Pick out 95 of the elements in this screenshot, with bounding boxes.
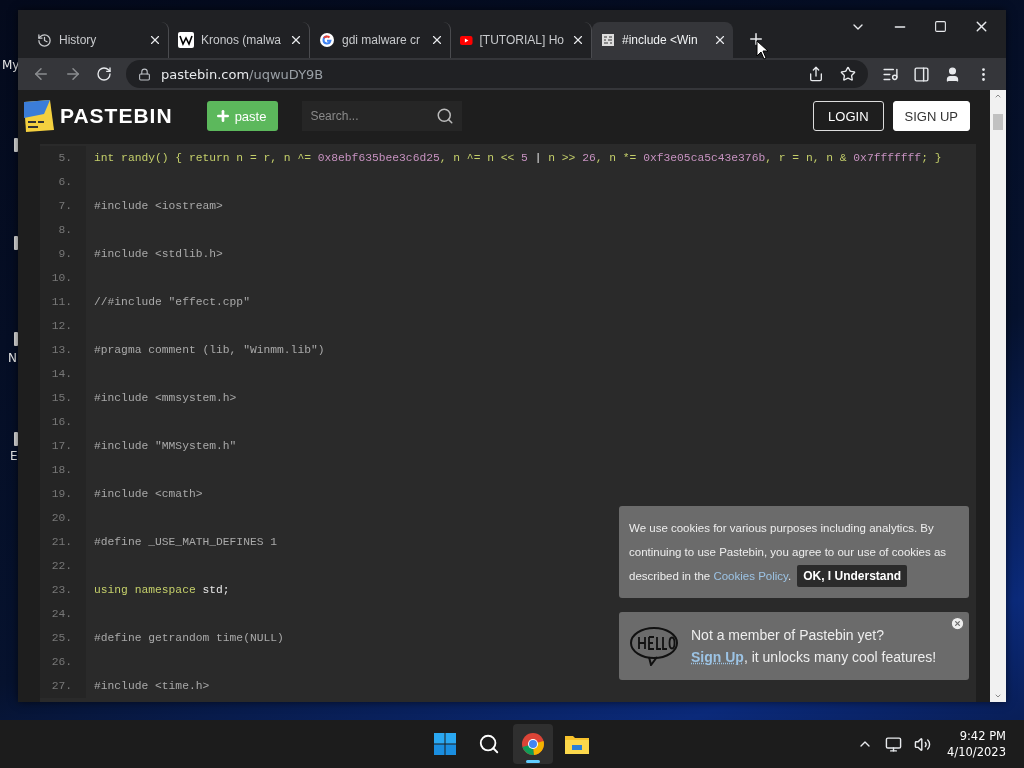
code-line: int randy() { return n = r, n ^= 0x8ebf635bee3c6d25, n ^= n << 5 | n >> 26, n *= 0xf3e05ca5c43e376b, r = n, n & 0x7fffffff; }: [94, 152, 942, 164]
line-number: 11.: [40, 290, 86, 314]
line-number: 12.: [40, 314, 86, 338]
wikipedia-w-icon: [178, 32, 194, 48]
code-line: #include <time.h>: [94, 680, 210, 692]
line-number: 5.: [40, 146, 86, 170]
cookie-text: described in the Cookies Policy.: [629, 570, 792, 582]
line-number: 6.: [40, 170, 86, 194]
signup-button[interactable]: SIGN UP: [892, 101, 970, 131]
code-line: //#include "effect.cpp": [94, 296, 250, 308]
line-number: 20.: [40, 506, 86, 530]
url-path: /uqwuDY9B: [249, 66, 324, 82]
folder-icon: [564, 733, 590, 755]
history-icon: [37, 32, 52, 48]
network-icon[interactable]: [885, 735, 903, 753]
desktop-icon-label: My: [2, 58, 20, 72]
google-g-icon: [319, 32, 335, 48]
code-line: #include <stdlib.h>: [94, 248, 223, 260]
search-icon: [478, 733, 500, 755]
reload-icon[interactable]: [96, 66, 112, 82]
accept-button[interactable]: OK, I Understand: [797, 565, 908, 587]
prompt-title: Not a member of Pastebin yet?: [691, 627, 885, 643]
code-line: #include <cmath>: [94, 488, 203, 500]
plus-icon: [214, 108, 231, 124]
code-line: #include "MMSystem.h": [94, 440, 237, 452]
line-number: 15.: [40, 386, 86, 410]
close-icon[interactable]: [289, 33, 303, 47]
scroll-down-icon[interactable]: [994, 692, 1002, 700]
code-line: #pragma comment (lib, "Winmm.lib"): [94, 344, 325, 356]
line-number: 25.: [40, 626, 86, 650]
line-number: 17.: [40, 434, 86, 458]
code-line: #define getrandom time(NULL): [94, 632, 284, 644]
code-line: using namespace std;: [94, 584, 230, 596]
tab-title: [TUTORIAL] Ho: [479, 33, 564, 47]
binary-page-icon: [601, 33, 615, 47]
url-host: pastebin.com: [161, 66, 250, 82]
line-number: 23.: [40, 578, 86, 602]
volume-icon[interactable]: [914, 735, 932, 753]
site-logo: PASTEBIN: [60, 104, 173, 128]
line-number: 8.: [40, 218, 86, 242]
code-line: #include <iostream>: [94, 200, 223, 212]
line-number: 19.: [40, 482, 86, 506]
line-number: 21.: [40, 530, 86, 554]
share-icon[interactable]: [808, 66, 824, 82]
line-number: 18.: [40, 458, 86, 482]
side-panel-icon[interactable]: [913, 65, 930, 83]
hello-speech-bubble-icon: [629, 626, 679, 666]
search-icon: [436, 107, 455, 125]
line-number: 24.: [40, 602, 86, 626]
star-icon[interactable]: [840, 66, 856, 82]
clock-time: 9:42 PM: [959, 728, 1006, 744]
browser-tab[interactable]: #include <Win: [592, 22, 733, 58]
profile-icon[interactable]: [944, 65, 961, 83]
clock-date: 4/10/2023: [947, 744, 1006, 760]
prompt-text: Sign Up, it unlocks many cool features!: [691, 649, 937, 665]
new-tab-icon[interactable]: [747, 30, 765, 48]
mouse-cursor-icon: [756, 40, 770, 60]
login-button[interactable]: LOGIN: [813, 101, 884, 131]
line-number: 7.: [40, 194, 86, 218]
tab-title: gdi malware cr: [342, 33, 422, 47]
close-icon[interactable]: [148, 33, 162, 47]
tab-title: History: [59, 33, 98, 47]
maximize-icon[interactable]: [934, 18, 947, 35]
code-line: #include <mmsystem.h>: [94, 392, 237, 404]
line-number: 13.: [40, 338, 86, 362]
scroll-up-icon[interactable]: [994, 92, 1002, 100]
code-line: #define _USE_MATH_DEFINES 1: [94, 536, 278, 548]
windows-logo-icon: [433, 732, 457, 756]
line-number: 16.: [40, 410, 86, 434]
close-icon[interactable]: [713, 33, 727, 47]
tab-title: #include <Win: [622, 33, 699, 47]
line-number: 10.: [40, 266, 86, 290]
lock-icon: [138, 67, 151, 81]
search-field[interactable]: Search...: [302, 101, 463, 131]
desktop-icon-label: N: [8, 351, 17, 365]
address-bar[interactable]: pastebin.com/uqwuDY9B: [126, 60, 868, 88]
play-button-icon: [460, 33, 473, 47]
forward-icon[interactable]: [64, 65, 82, 83]
scroll-thumb[interactable]: [993, 114, 1003, 130]
chrome-logo-icon: [521, 732, 545, 756]
desktop-icon: [14, 138, 18, 152]
line-number: 27.: [40, 674, 86, 698]
line-number: 26.: [40, 650, 86, 674]
close-icon[interactable]: [430, 33, 444, 47]
taskbar-app[interactable]: [513, 724, 553, 764]
desktop-icon-label: E: [10, 449, 18, 463]
back-icon[interactable]: [32, 65, 50, 83]
line-number: 22.: [40, 554, 86, 578]
line-number: 14.: [40, 362, 86, 386]
desktop-icon: [14, 236, 18, 250]
tab-title: Kronos (malwa: [201, 33, 282, 47]
line-number: 9.: [40, 242, 86, 266]
desktop-icon: [14, 332, 18, 346]
close-icon[interactable]: [571, 33, 585, 47]
desktop-icon: [14, 432, 18, 446]
